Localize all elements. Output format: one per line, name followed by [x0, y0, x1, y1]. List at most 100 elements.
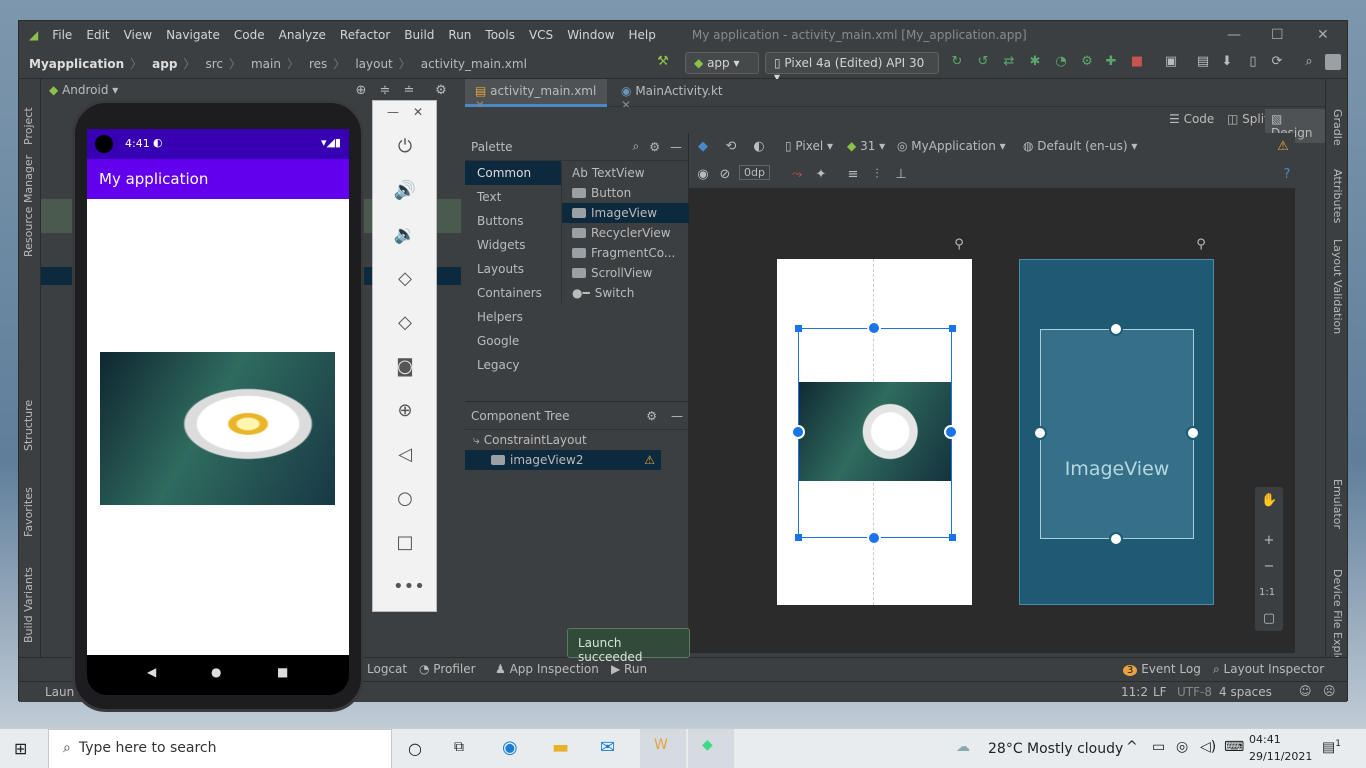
search-everywhere-icon[interactable]: ⌕	[1301, 54, 1317, 70]
tool-attributes[interactable]: Attributes	[1331, 169, 1344, 223]
tree-node-imageview2[interactable]: imageView2 ⚠	[465, 450, 661, 470]
line-separator[interactable]: LF	[1153, 685, 1167, 699]
home-icon[interactable]: ○	[393, 487, 417, 511]
mail-icon[interactable]: ✉	[600, 737, 615, 758]
locate-icon[interactable]: ⊕	[353, 83, 369, 99]
apply-changes-icon[interactable]: ↺	[975, 54, 991, 70]
top-anchor-handle[interactable]	[867, 321, 881, 335]
task-view-icon[interactable]: ⧉	[454, 739, 464, 755]
file-encoding[interactable]: UTF-8	[1177, 685, 1212, 699]
volume-down-icon[interactable]: 🔉	[393, 223, 417, 247]
zoom-in-icon[interactable]: +	[1261, 533, 1277, 549]
start-icon[interactable]: ⊞	[14, 739, 27, 758]
edge-icon[interactable]: ◉	[502, 737, 518, 758]
palette-category-containers[interactable]: Containers	[465, 281, 561, 305]
menu-window[interactable]: Window	[567, 28, 614, 42]
menu-vcs[interactable]: VCS	[529, 28, 553, 42]
bp-pin-icon[interactable]: ⚲	[1193, 237, 1209, 253]
palette-item-imageview[interactable]: ImageView	[562, 203, 689, 223]
battery-icon[interactable]: ▭	[1152, 739, 1165, 755]
volume-icon[interactable]: ◁)	[1200, 739, 1216, 755]
pack-icon[interactable]: ≡	[845, 167, 861, 183]
file-explorer-icon[interactable]: ▬	[552, 737, 569, 758]
palette-search-icon[interactable]: ⌕	[633, 139, 640, 154]
tree-gear-icon[interactable]: ⚙	[646, 409, 657, 423]
collapse-all-icon[interactable]: ≐	[401, 83, 417, 99]
zoom-icon[interactable]: ⊕	[393, 399, 417, 423]
tool-emulator[interactable]: Emulator	[1331, 479, 1344, 529]
pan-hand-icon[interactable]: ✋	[1261, 493, 1277, 509]
palette-item-switch[interactable]: ●━ Switch	[562, 283, 689, 303]
resize-handle-br[interactable]	[949, 534, 956, 541]
issues-warning-icon[interactable]: ⚠	[1275, 139, 1291, 155]
orientation-icon[interactable]: ⟲	[723, 139, 739, 155]
night-mode-icon[interactable]: ◐	[751, 139, 767, 155]
sync-icon[interactable]: ⟳	[1269, 54, 1285, 70]
maximize-icon[interactable]: ☐	[1271, 27, 1284, 43]
profile-icon[interactable]: ◔	[1053, 54, 1069, 70]
rotate-right-icon[interactable]: ◇	[393, 311, 417, 335]
palette-item-scrollview[interactable]: ScrollView	[562, 263, 689, 283]
menu-build[interactable]: Build	[404, 28, 434, 42]
emu-close-icon[interactable]: ✕	[413, 105, 423, 119]
tool-project[interactable]: Project	[22, 107, 35, 145]
feedback-happy-icon[interactable]: ☺	[1299, 684, 1312, 698]
breadcrumb-file[interactable]: activity_main.xml	[421, 57, 527, 71]
language-icon[interactable]: ⌨	[1224, 739, 1244, 755]
left-anchor-handle[interactable]	[791, 425, 805, 439]
right-anchor-handle[interactable]	[944, 425, 958, 439]
bp-right-anchor-handle[interactable]	[1186, 426, 1200, 440]
power-icon[interactable]: ⏻	[393, 135, 417, 159]
attach-process-icon[interactable]: ✚	[1103, 54, 1119, 70]
menu-help[interactable]: Help	[629, 28, 656, 42]
rotate-left-icon[interactable]: ◇	[393, 267, 417, 291]
nav-back-icon[interactable]: ◀	[147, 665, 156, 679]
help-icon[interactable]: ?	[1279, 167, 1295, 183]
volume-up-icon[interactable]: 🔊	[393, 179, 417, 203]
locale-dropdown[interactable]: ◍ Default (en-us) ▾	[1023, 139, 1137, 153]
tool-profiler[interactable]: ◔ Profiler	[419, 662, 476, 676]
back-icon[interactable]: ◁	[393, 443, 417, 467]
device-select[interactable]: ▯ Pixel 4a (Edited) API 30 ▾	[765, 52, 939, 84]
tree-hide-icon[interactable]: —	[671, 409, 683, 423]
palette-category-buttons[interactable]: Buttons	[465, 209, 561, 233]
theme-dropdown[interactable]: ◎ MyApplication ▾	[897, 139, 1006, 153]
tool-favorites[interactable]: Favorites	[22, 487, 35, 537]
menu-file[interactable]: File	[52, 28, 72, 42]
menu-analyze[interactable]: Analyze	[279, 28, 326, 42]
view-options-icon[interactable]: ◉	[695, 167, 711, 183]
rerun-icon[interactable]: ↻	[949, 54, 965, 70]
settings-gear-icon[interactable]: ⚙	[433, 83, 449, 99]
api-dropdown[interactable]: ◆ 31 ▾	[847, 139, 885, 153]
tool-layout-inspector[interactable]: ⌕ Layout Inspector	[1213, 662, 1324, 677]
apply-code-icon[interactable]: ⇄	[1001, 54, 1017, 70]
default-margin-field[interactable]: 0dp	[739, 165, 770, 180]
sdk-manager-icon[interactable]: ⬇	[1219, 54, 1235, 70]
breadcrumb-res[interactable]: res	[309, 57, 327, 71]
tool-layout-validation[interactable]: Layout Validation	[1331, 239, 1344, 334]
cortana-icon[interactable]: ○	[408, 739, 422, 758]
close-icon[interactable]: ✕	[1317, 27, 1329, 43]
palette-category-layouts[interactable]: Layouts	[465, 257, 561, 281]
palette-category-widgets[interactable]: Widgets	[465, 233, 561, 257]
palette-category-google[interactable]: Google	[465, 329, 561, 353]
resize-handle-bl[interactable]	[795, 534, 802, 541]
menu-edit[interactable]: Edit	[86, 28, 109, 42]
design-preview[interactable]	[777, 259, 972, 605]
nav-home-icon[interactable]: ●	[211, 665, 221, 679]
split-mode-button[interactable]: ◫ Split	[1227, 112, 1269, 126]
palette-category-helpers[interactable]: Helpers	[465, 305, 561, 329]
device-manager-icon[interactable]: ▤	[1195, 54, 1211, 70]
palette-hide-icon[interactable]: —	[670, 140, 682, 154]
align-icon[interactable]: ⫶	[869, 167, 885, 183]
pin-icon[interactable]: ⚲	[951, 237, 967, 253]
weather-text[interactable]: 28°C Mostly cloudy	[988, 741, 1123, 757]
camera-icon[interactable]: ◙	[393, 355, 417, 379]
clock-date[interactable]: 29/11/2021	[1249, 750, 1312, 763]
emu-minimize-icon[interactable]: —	[387, 105, 399, 119]
palette-item-textview[interactable]: Ab TextView	[562, 163, 689, 183]
clock-time[interactable]: 04:41	[1249, 733, 1281, 746]
palette-category-legacy[interactable]: Legacy	[465, 353, 561, 377]
hammer-icon[interactable]: ⚒	[655, 54, 671, 70]
menu-code[interactable]: Code	[234, 28, 265, 42]
